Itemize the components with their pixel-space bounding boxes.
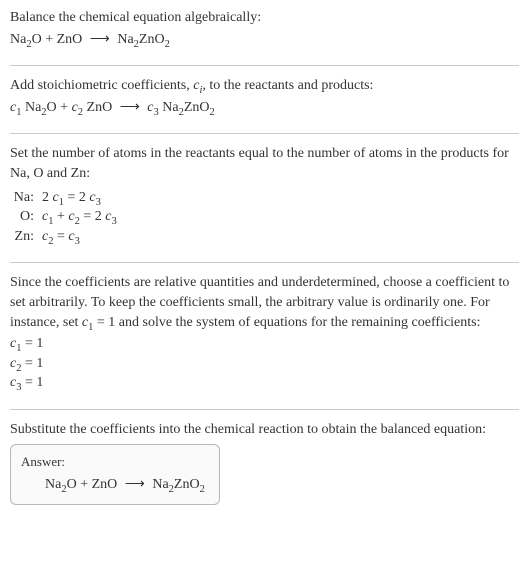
eq-text: ZnO — [174, 477, 200, 492]
coef-eq: = 1 — [21, 375, 43, 390]
title-text: , to the reactants and products: — [202, 78, 373, 93]
problem-equation: Na2O + ZnO ⟶ Na2ZnO2 — [10, 30, 519, 50]
eq-text: = — [53, 229, 68, 244]
eq-text: Na — [21, 100, 41, 115]
answer-title: Substitute the coefficients into the che… — [10, 420, 519, 440]
eq-text: + — [53, 209, 68, 224]
answer-box: Answer: Na2O + ZnO ⟶ Na2ZnO2 — [10, 444, 220, 506]
eq-text: Na — [149, 477, 169, 492]
answer-label: Answer: — [21, 453, 205, 471]
eq-text: Na — [114, 32, 134, 47]
atom-label: O: — [10, 207, 42, 227]
eq-text: ZnO — [184, 100, 210, 115]
eq-sub: 2 — [210, 107, 215, 118]
coef-eq: = 1 — [21, 356, 43, 371]
eq-text: Na — [45, 477, 61, 492]
solve-text: Since the coefficients are relative quan… — [10, 273, 519, 332]
atom-equations: Na: 2 c1 = 2 c3 O: c1 + c2 = 2 c3 Zn: c2… — [10, 188, 519, 247]
atom-equation: 2 c1 = 2 c3 — [42, 188, 519, 208]
eq-text: 2 — [42, 190, 53, 205]
coef-sub: 3 — [96, 196, 101, 207]
atom-row-na: Na: 2 c1 = 2 c3 — [10, 188, 519, 208]
coef-sub: 3 — [111, 216, 116, 227]
atoms-title: Set the number of atoms in the reactants… — [10, 144, 519, 183]
eq-text: Na — [159, 100, 179, 115]
section-answer: Substitute the coefficients into the che… — [10, 420, 519, 511]
coef-value: c3 = 1 — [10, 373, 519, 393]
arrow-icon: ⟶ — [90, 30, 110, 50]
eq-text: ZnO — [83, 100, 116, 115]
atom-row-zn: Zn: c2 = c3 — [10, 227, 519, 247]
eq-text: = 2 — [64, 190, 89, 205]
eq-sub: 2 — [165, 38, 170, 49]
section-atoms: Set the number of atoms in the reactants… — [10, 144, 519, 252]
atom-label: Na: — [10, 188, 42, 208]
coef-sub: 3 — [75, 236, 80, 247]
coef-eq: = 1 — [21, 336, 43, 351]
eq-text: Na — [10, 32, 26, 47]
divider — [10, 262, 519, 263]
eq-text: O + ZnO — [67, 477, 121, 492]
eq-text: ZnO — [139, 32, 165, 47]
answer-equation: Na2O + ZnO ⟶ Na2ZnO2 — [21, 475, 205, 495]
eq-text: O + ZnO — [32, 32, 86, 47]
divider — [10, 409, 519, 410]
divider — [10, 65, 519, 66]
stoich-equation: c1 Na2O + c2 ZnO ⟶ c3 Na2ZnO2 — [10, 98, 519, 118]
section-stoichiometric: Add stoichiometric coefficients, ci, to … — [10, 76, 519, 123]
title-text: Add stoichiometric coefficients, — [10, 78, 193, 93]
coefficients-list: c1 = 1 c2 = 1 c3 = 1 — [10, 334, 519, 393]
coef-value: c2 = 1 — [10, 354, 519, 374]
solve-text-b: = 1 and solve the system of equations fo… — [93, 315, 480, 330]
eq-sub: 2 — [200, 483, 205, 494]
eq-text: = 2 — [80, 209, 105, 224]
eq-text: O + — [47, 100, 72, 115]
arrow-icon: ⟶ — [125, 475, 145, 495]
section-solve: Since the coefficients are relative quan… — [10, 273, 519, 399]
atom-label: Zn: — [10, 227, 42, 247]
atom-equation: c1 + c2 = 2 c3 — [42, 207, 519, 227]
problem-title: Balance the chemical equation algebraica… — [10, 8, 519, 28]
section-problem: Balance the chemical equation algebraica… — [10, 8, 519, 55]
atom-row-o: O: c1 + c2 = 2 c3 — [10, 207, 519, 227]
atom-equation: c2 = c3 — [42, 227, 519, 247]
coef-value: c1 = 1 — [10, 334, 519, 354]
arrow-icon: ⟶ — [120, 98, 140, 118]
divider — [10, 133, 519, 134]
stoich-title: Add stoichiometric coefficients, ci, to … — [10, 76, 519, 96]
